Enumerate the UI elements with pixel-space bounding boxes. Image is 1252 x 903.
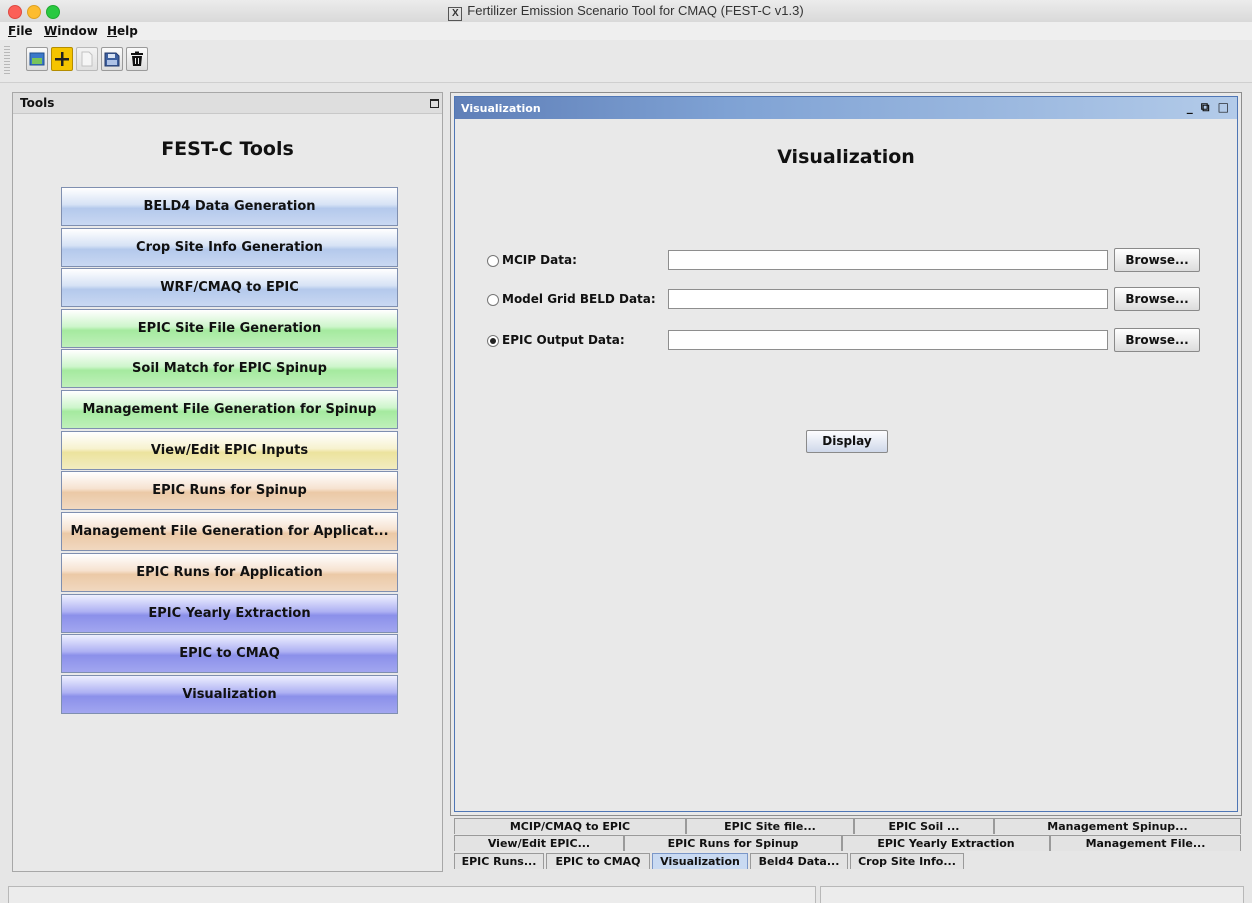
tool-soil-match-for-epic-spinup[interactable]: Soil Match for EPIC Spinup xyxy=(61,349,398,388)
mcip-data-label: MCIP Data: xyxy=(502,253,577,267)
mcip-browse-button[interactable]: Browse... xyxy=(1114,248,1200,272)
menu-help-label: elp xyxy=(117,24,138,38)
tool-epic-yearly-extraction[interactable]: EPIC Yearly Extraction xyxy=(61,594,398,633)
menu-file-label: ile xyxy=(16,24,33,38)
frame-tab-strip: MCIP/CMAQ to EPIC EPIC Site file... EPIC… xyxy=(450,817,1242,873)
model-grid-beld-browse-button[interactable]: Browse... xyxy=(1114,287,1200,311)
tools-panel-title: Tools xyxy=(20,96,55,110)
epic-output-row: EPIC Output Data: Browse... xyxy=(487,328,1237,354)
delete-button[interactable] xyxy=(126,47,148,71)
epic-output-radio[interactable] xyxy=(487,335,499,347)
menu-help[interactable]: Help xyxy=(107,24,138,38)
tab-epic-site-file[interactable]: EPIC Site file... xyxy=(686,818,854,834)
tool-epic-site-file-generation[interactable]: EPIC Site File Generation xyxy=(61,309,398,348)
tab-management-file[interactable]: Management File... xyxy=(1050,835,1241,851)
tab-management-spinup[interactable]: Management Spinup... xyxy=(994,818,1241,834)
toolbar xyxy=(0,40,1252,83)
tool-beld4-data-generation[interactable]: BELD4 Data Generation xyxy=(61,187,398,226)
tab-epic-runs[interactable]: EPIC Runs... xyxy=(454,853,544,869)
new-button[interactable] xyxy=(76,47,98,71)
model-grid-beld-label: Model Grid BELD Data: xyxy=(502,292,656,306)
open-button[interactable] xyxy=(26,47,48,71)
status-bar xyxy=(0,878,1252,903)
maximize-icon[interactable] xyxy=(430,99,439,108)
menu-window-mnemonic: W xyxy=(44,24,58,38)
tab-view-edit-epic[interactable]: View/Edit EPIC... xyxy=(454,835,624,851)
open-folder-icon xyxy=(29,52,45,66)
mcip-data-radio[interactable] xyxy=(487,255,499,267)
status-cell-left xyxy=(8,886,816,903)
menu-file[interactable]: File xyxy=(8,24,33,38)
window-title-wrap: X Fertilizer Emission Scenario Tool for C… xyxy=(0,3,1252,21)
tool-management-file-generation-spinup[interactable]: Management File Generation for Spinup xyxy=(61,390,398,429)
tool-crop-site-info-generation[interactable]: Crop Site Info Generation xyxy=(61,228,398,267)
model-grid-beld-row: Model Grid BELD Data: Browse... xyxy=(487,287,1237,313)
tab-epic-soil[interactable]: EPIC Soil ... xyxy=(854,818,994,834)
model-grid-beld-radio[interactable] xyxy=(487,294,499,306)
tool-wrf-cmaq-to-epic[interactable]: WRF/CMAQ to EPIC xyxy=(61,268,398,307)
visualization-desktop-pane: Visualization _ ⧉ □ Visualization MCIP D… xyxy=(450,92,1242,816)
window-title: Fertilizer Emission Scenario Tool for CM… xyxy=(467,3,804,18)
add-plus-icon xyxy=(55,52,69,66)
status-cell-right xyxy=(820,886,1244,903)
model-grid-beld-field[interactable] xyxy=(668,289,1108,309)
window-titlebar: X Fertilizer Emission Scenario Tool for C… xyxy=(0,0,1252,23)
menu-window-label: indow xyxy=(57,24,98,38)
tools-heading: FEST-C Tools xyxy=(161,138,294,160)
tool-epic-runs-for-spinup[interactable]: EPIC Runs for Spinup xyxy=(61,471,398,510)
tools-panel: Tools FEST-C Tools BELD4 Data Generation… xyxy=(12,92,443,872)
save-floppy-icon xyxy=(104,52,120,67)
tab-mcip-cmaq-to-epic[interactable]: MCIP/CMAQ to EPIC xyxy=(454,818,686,834)
tab-epic-to-cmaq[interactable]: EPIC to CMAQ xyxy=(546,853,650,869)
frame-window-controls[interactable]: _ ⧉ □ xyxy=(1187,100,1231,115)
tools-panel-header: Tools xyxy=(13,93,442,114)
tool-visualization[interactable]: Visualization xyxy=(61,675,398,714)
visualization-frame: Visualization _ ⧉ □ Visualization MCIP D… xyxy=(454,96,1238,812)
display-button[interactable]: Display xyxy=(806,430,888,453)
x11-icon: X xyxy=(448,7,463,21)
menu-window[interactable]: Window xyxy=(44,24,98,38)
tool-epic-runs-for-application[interactable]: EPIC Runs for Application xyxy=(61,553,398,592)
visualization-frame-titlebar[interactable]: Visualization _ ⧉ □ xyxy=(455,97,1237,119)
tool-epic-to-cmaq[interactable]: EPIC to CMAQ xyxy=(61,634,398,673)
toolbar-grip[interactable] xyxy=(4,46,10,74)
tool-management-file-generation-application[interactable]: Management File Generation for Applicat.… xyxy=(61,512,398,551)
tool-view-edit-epic-inputs[interactable]: View/Edit EPIC Inputs xyxy=(61,431,398,470)
epic-output-field[interactable] xyxy=(668,330,1108,350)
visualization-frame-title: Visualization xyxy=(461,102,541,115)
mcip-data-row: MCIP Data: Browse... xyxy=(487,248,1237,274)
mcip-data-field[interactable] xyxy=(668,250,1108,270)
menu-help-mnemonic: H xyxy=(107,24,118,38)
visualization-heading: Visualization xyxy=(777,146,915,168)
tab-visualization[interactable]: Visualization xyxy=(652,853,748,869)
save-button[interactable] xyxy=(101,47,123,71)
tab-epic-yearly-extraction[interactable]: EPIC Yearly Extraction xyxy=(842,835,1050,851)
trash-icon xyxy=(131,51,143,66)
menu-bar: File Window Help xyxy=(0,22,1252,40)
tab-epic-runs-for-spinup[interactable]: EPIC Runs for Spinup xyxy=(624,835,842,851)
epic-output-browse-button[interactable]: Browse... xyxy=(1114,328,1200,352)
add-button[interactable] xyxy=(51,47,73,71)
tab-crop-site-info[interactable]: Crop Site Info... xyxy=(850,853,964,869)
menu-file-mnemonic: F xyxy=(8,24,17,38)
tab-beld4-data[interactable]: Beld4 Data... xyxy=(750,853,848,869)
epic-output-label: EPIC Output Data: xyxy=(502,333,625,347)
new-file-icon xyxy=(81,51,93,67)
